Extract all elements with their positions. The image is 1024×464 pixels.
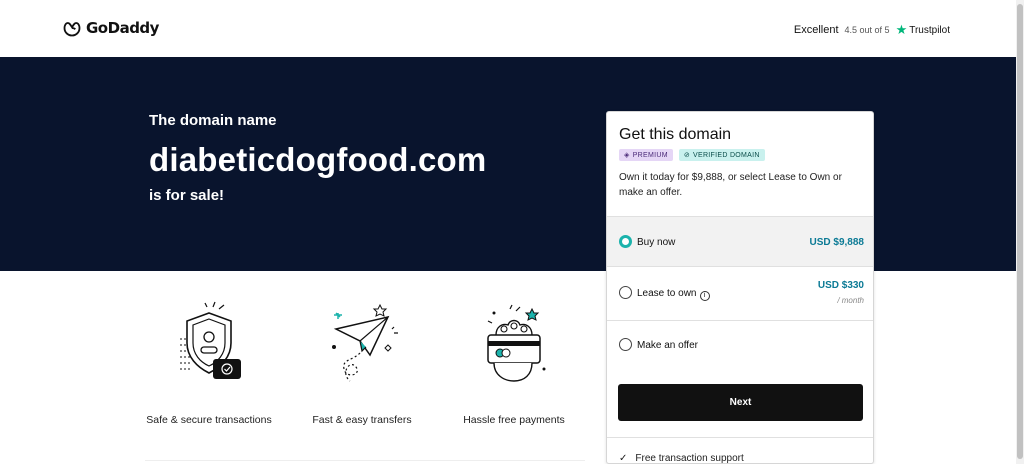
option-buy-now[interactable]: Buy now USD $9,888 xyxy=(607,216,873,266)
option-price: USD $330 xyxy=(817,280,864,291)
verified-badge: ⊘ VERIFIED DOMAIN xyxy=(678,149,765,161)
feature-label: Hassle free payments xyxy=(463,414,565,426)
option-label-wrap: Lease to own i xyxy=(637,288,710,301)
hero-subtitle: The domain name xyxy=(149,112,277,129)
trustpilot-brand: ★ Trustpilot xyxy=(896,22,950,38)
rating-score: 4.5 out of 5 xyxy=(844,25,890,35)
feature-label: Safe & secure transactions xyxy=(146,414,272,426)
option-lease-to-own[interactable]: Lease to own i USD $330 / month xyxy=(607,266,873,320)
support-item: ✓ Free transaction support xyxy=(619,453,744,464)
trustpilot-star-icon: ★ xyxy=(895,22,908,37)
check-icon: ✓ xyxy=(619,453,628,464)
option-label: Buy now xyxy=(637,237,676,248)
check-circle-icon: ⊘ xyxy=(683,152,691,159)
domain-name: diabeticdogfood.com xyxy=(149,141,487,178)
option-price-unit: / month xyxy=(837,296,864,305)
hand-card-icon xyxy=(487,304,546,382)
feature-secure: Safe & secure transactions xyxy=(134,298,284,426)
info-icon[interactable]: i xyxy=(699,291,710,301)
rating-label: Excellent xyxy=(793,24,839,36)
radio-make-offer[interactable] xyxy=(619,338,632,351)
option-price: USD $9,888 xyxy=(809,237,864,248)
card-title: Get this domain xyxy=(619,126,732,143)
premium-badge: ◈ PREMIUM xyxy=(619,149,673,161)
verified-badge-label: VERIFIED DOMAIN xyxy=(693,151,760,159)
site-header: GoDaddy Excellent 4.5 out of 5 ★ Trustpi… xyxy=(0,0,1016,57)
paper-plane-icon xyxy=(332,303,398,382)
badge-row: ◈ PREMIUM ⊘ VERIFIED DOMAIN xyxy=(619,149,765,161)
purchase-card: Get this domain ◈ PREMIUM ⊘ VERIFIED DOM… xyxy=(606,111,874,464)
option-label: Lease to own xyxy=(637,288,697,299)
feature-label: Fast & easy transfers xyxy=(312,414,412,426)
feature-payments: Hassle free payments xyxy=(439,298,589,426)
support-section: ✓ Free transaction support xyxy=(607,437,873,463)
diamond-icon: ◈ xyxy=(624,152,630,159)
page-scrollbar[interactable] xyxy=(1016,0,1024,464)
radio-buy-now[interactable] xyxy=(619,235,632,248)
scrollbar-thumb[interactable] xyxy=(1017,4,1023,459)
godaddy-logo[interactable]: GoDaddy xyxy=(62,18,159,38)
section-divider xyxy=(145,460,585,461)
godaddy-logo-icon xyxy=(63,22,81,37)
logo-text: GoDaddy xyxy=(86,19,159,37)
card-description: Own it today for $9,888, or select Lease… xyxy=(619,172,842,198)
trustpilot-text: Trustpilot xyxy=(909,24,950,36)
shield-lock-icon xyxy=(180,301,241,379)
option-label: Make an offer xyxy=(637,340,698,351)
for-sale-text: is for sale! xyxy=(149,187,225,204)
trustpilot-rating[interactable]: Excellent 4.5 out of 5 ★ Trustpilot xyxy=(794,22,950,38)
option-make-offer[interactable]: Make an offer xyxy=(607,320,873,370)
support-text: Free transaction support xyxy=(635,453,744,464)
premium-badge-label: PREMIUM xyxy=(632,151,668,159)
radio-lease-to-own[interactable] xyxy=(619,286,632,299)
next-button[interactable]: Next xyxy=(618,384,863,421)
feature-transfers: Fast & easy transfers xyxy=(287,298,437,426)
